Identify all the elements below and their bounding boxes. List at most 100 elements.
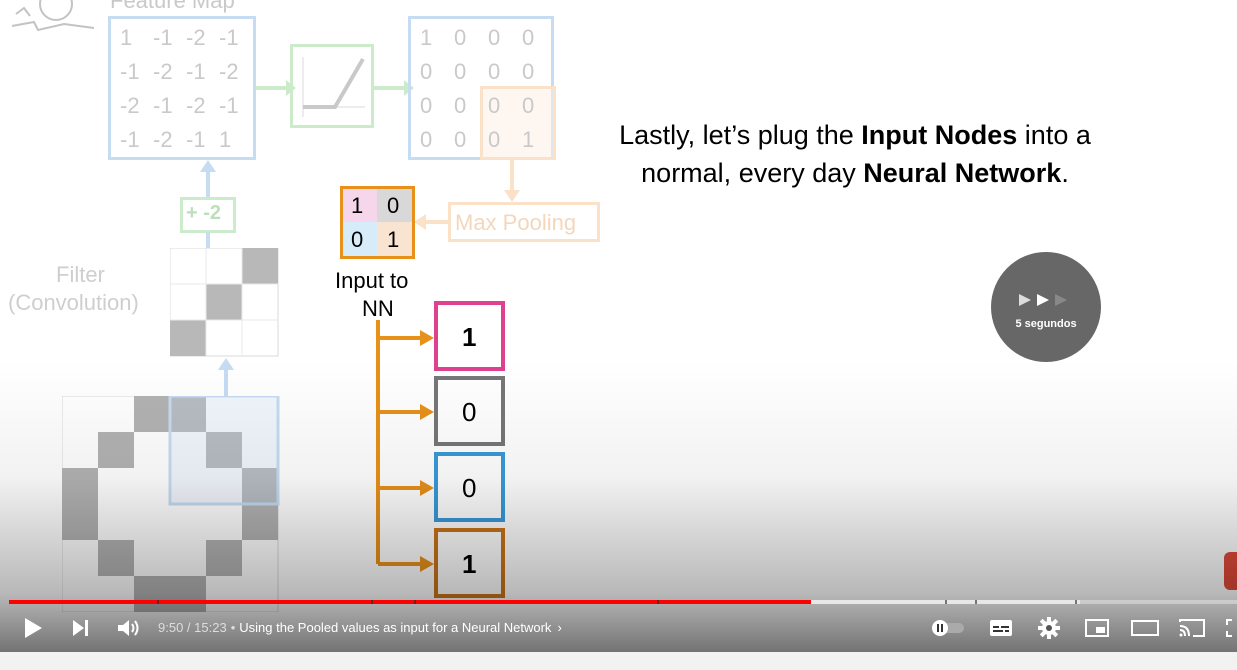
relu-output-cell: 0 xyxy=(522,25,535,50)
feature-map-cell: -2 xyxy=(186,25,206,50)
relu-output-cell: 0 xyxy=(522,59,535,84)
relu-output-cell: 0 xyxy=(488,127,501,152)
chapter-marker xyxy=(371,600,373,604)
feature-map-cell: 1 xyxy=(120,25,133,50)
chapter-title[interactable]: Using the Pooled values as input for a N… xyxy=(239,620,551,635)
arrow-down-icon xyxy=(504,160,520,202)
feature-map-cell: -1 xyxy=(120,59,140,84)
input-node-2: 0 xyxy=(434,376,505,446)
chapter-marker xyxy=(657,600,659,604)
statquest-logo-icon xyxy=(11,0,95,32)
volume-icon xyxy=(118,620,139,636)
filter-grid xyxy=(170,248,279,357)
feature-map-cell: -1 xyxy=(219,25,239,50)
miniplayer-button[interactable] xyxy=(1082,612,1112,644)
relu-output-cell: 1 xyxy=(420,25,433,50)
feature-map-cell: -1 xyxy=(186,127,206,152)
autoplay-toggle-icon xyxy=(932,620,964,636)
video-frame[interactable]: Feature Map 1 -1 -2 -1 -1 -2 -1 -2 -2 -1 -2 -1 -1 -2-… xyxy=(0,0,1237,652)
relu-output-cell: 0 xyxy=(454,127,467,152)
fast-forward-icon xyxy=(1019,294,1067,306)
pooled-value: 0 xyxy=(351,227,364,252)
arrow-up-icon xyxy=(218,358,234,398)
feature-map-cell: -2 xyxy=(120,93,140,118)
miniplayer-icon xyxy=(1085,619,1109,637)
subtitles-button[interactable] xyxy=(986,612,1016,644)
feature-map-cell: -1 xyxy=(219,93,239,118)
page-below-player xyxy=(0,652,1237,670)
chapter-marker xyxy=(945,600,947,604)
relu-output-cell: 0 xyxy=(454,93,467,118)
gear-icon xyxy=(1038,617,1060,639)
feature-map-cell: -2 xyxy=(186,93,206,118)
relu-output-cell: 0 xyxy=(420,127,433,152)
cast-icon xyxy=(1179,619,1205,637)
feature-map-cell: -1 xyxy=(120,127,140,152)
seek-forward-overlay[interactable]: 5 segundos xyxy=(991,252,1101,362)
next-button[interactable] xyxy=(66,612,96,644)
next-icon xyxy=(73,620,88,636)
input-image-grid xyxy=(62,396,280,612)
input-node-4: 1 xyxy=(434,528,505,598)
chapter-separator: • xyxy=(230,620,236,635)
pooled-box: 1 0 0 1 xyxy=(340,186,415,259)
feature-map-cell: -2 xyxy=(219,59,239,84)
arrow-left-icon xyxy=(414,214,450,230)
volume-button[interactable] xyxy=(112,612,146,644)
input-node-value: 0 xyxy=(462,397,477,427)
feature-map-cell: -1 xyxy=(153,25,173,50)
seek-duration-label: 5 segundos xyxy=(1015,318,1077,330)
fullscreen-button[interactable] xyxy=(1224,612,1237,644)
theater-mode-icon xyxy=(1131,620,1159,636)
input-node-3: 0 xyxy=(434,452,505,522)
relu-box xyxy=(290,44,374,128)
filter-sublabel: (Convolution) xyxy=(8,290,139,315)
input-node-value: 1 xyxy=(462,549,477,579)
chevron-right-icon[interactable]: › xyxy=(557,620,561,635)
caption-bold-text: Input Nodes xyxy=(861,120,1018,150)
watermark-logo xyxy=(1224,552,1237,590)
input-node-1: 1 xyxy=(434,301,505,371)
relu-output-cell: 0 xyxy=(488,59,501,84)
play-icon xyxy=(25,618,42,638)
input-node-value: 0 xyxy=(462,473,477,503)
relu-output-cell: 0 xyxy=(488,93,501,118)
settings-button[interactable] xyxy=(1034,612,1064,644)
pooled-value: 1 xyxy=(387,227,400,252)
time-display: 9:50 / 15:23 • Using the Pooled values as … xyxy=(158,620,562,635)
input-to-nn-sublabel: NN xyxy=(362,296,394,321)
relu-output-cell: 0 xyxy=(488,25,501,50)
play-button[interactable] xyxy=(18,612,48,644)
feature-map-cell: 1 xyxy=(219,127,232,152)
relu-output-cell: 0 xyxy=(420,93,433,118)
cast-button[interactable] xyxy=(1176,612,1208,644)
relu-output-cell: 0 xyxy=(522,93,535,118)
fullscreen-icon xyxy=(1226,619,1232,637)
chapter-marker xyxy=(1075,600,1077,604)
progress-played xyxy=(9,600,811,604)
relu-output-cell: 1 xyxy=(522,127,535,152)
current-time: 9:50 xyxy=(158,620,184,635)
caption-text: . xyxy=(1061,158,1069,188)
filter-label: Filter xyxy=(56,262,105,287)
relu-output-cell: 0 xyxy=(420,59,433,84)
caption-text: Lastly, let’s plug the xyxy=(619,120,862,150)
autoplay-toggle[interactable] xyxy=(930,612,966,644)
feature-map-title: Feature Map xyxy=(110,0,235,13)
bias-label: + -2 xyxy=(186,202,222,224)
theater-mode-button[interactable] xyxy=(1128,612,1162,644)
connector-lines xyxy=(376,320,434,572)
relu-graph-icon xyxy=(302,57,365,117)
feature-map-cell: -1 xyxy=(153,93,173,118)
feature-map-cell: -2 xyxy=(153,59,173,84)
relu-output-cell: 0 xyxy=(454,59,467,84)
caption-bold-text: Neural Network xyxy=(863,158,1062,188)
progress-bar[interactable] xyxy=(9,600,1237,604)
slide-caption: Lastly, let’s plug the Input Nodes into … xyxy=(600,116,1110,192)
relu-output-cell: 0 xyxy=(454,25,467,50)
chapter-marker xyxy=(975,600,977,604)
chapter-marker xyxy=(157,600,159,604)
input-to-nn-label: Input to xyxy=(335,268,409,293)
feature-map-cell: -2 xyxy=(153,127,173,152)
max-pooling-label: Max Pooling xyxy=(455,210,577,235)
